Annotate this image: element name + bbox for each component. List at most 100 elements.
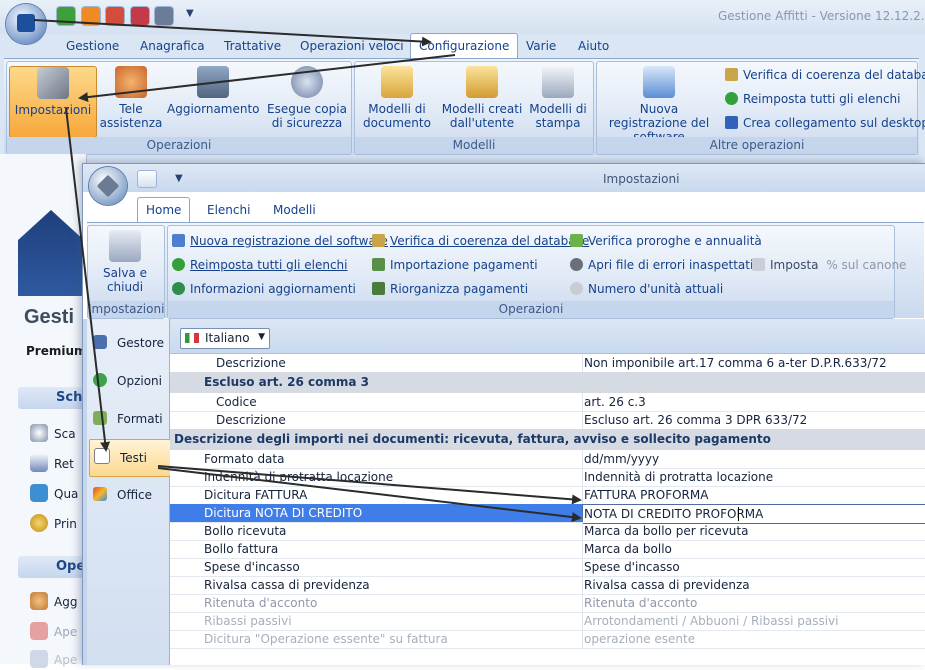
settings-qat-icon[interactable] (137, 170, 157, 188)
tele-assistenza-button[interactable]: Tele assistenza (99, 66, 163, 130)
verifica-coerenza-button[interactable]: Verifica di coerenza del database (725, 66, 925, 84)
setting-value[interactable]: operazione esente (582, 630, 925, 648)
settings-title-bar: Impostazioni ▼ (83, 164, 925, 192)
tab-gestione[interactable]: Gestione (58, 34, 127, 58)
numero-unita-button[interactable]: Numero d'unità attuali (570, 280, 723, 298)
setting-row[interactable]: Ritenuta d'acconto Ritenuta d'acconto (170, 594, 925, 613)
setting-row[interactable]: Spese d'incasso Spese d'incasso (170, 558, 925, 577)
verifica-proroghe-button[interactable]: Verifica proroghe e annualità (570, 232, 762, 250)
reimposta-elenchi-button[interactable]: Reimposta tutti gli elenchi (725, 90, 901, 108)
modelli-stampa-button[interactable]: Modelli di stampa (529, 66, 587, 130)
group-header-row[interactable]: Escluso art. 26 comma 3 (170, 372, 925, 393)
qat-house-icon[interactable] (105, 6, 125, 26)
aggiornamento-button[interactable]: Aggiornamento (167, 66, 260, 116)
nav-item-2[interactable]: Ret (30, 454, 86, 474)
setting-row[interactable]: Ribassi passivi Arrotondamenti / Abbuoni … (170, 612, 925, 631)
setting-row[interactable]: Bollo fattura Marca da bollo (170, 540, 925, 559)
nav-item-3[interactable]: Qua (30, 484, 86, 504)
setting-row[interactable]: Dicitura NOTA DI CREDITO NOTA DI CREDITO … (170, 504, 925, 524)
setting-value[interactable]: Marca da bollo (582, 540, 925, 558)
setting-value[interactable]: Non imponibile art.17 comma 6 a-ter D.P.… (582, 354, 925, 372)
setting-value[interactable]: Indennità di protratta locazione (582, 468, 925, 486)
setting-row[interactable]: Codice art. 26 c.3 (170, 393, 925, 412)
side-nav-formati[interactable]: Formati (89, 401, 169, 437)
side-nav-testi[interactable]: Testi (89, 439, 171, 477)
nav-item-7[interactable]: Ape (30, 650, 86, 670)
settings-side-nav: Gestore Opzioni Formati Testi Office (87, 319, 171, 665)
nav-section-1[interactable]: Sch (18, 387, 86, 409)
side-nav-office[interactable]: Office (89, 477, 169, 513)
setting-row[interactable]: Formato data dd/mm/yyyy (170, 450, 925, 469)
setting-row[interactable]: Indennità di protratta locazione Indennit… (170, 468, 925, 487)
setting-key: Dicitura FATTURA (204, 488, 308, 502)
reimposta-elenchi-small-button[interactable]: Reimposta tutti gli elenchi (172, 256, 348, 274)
apri-file-errori-button[interactable]: Apri file di errori inaspettati (570, 256, 753, 274)
setting-row[interactable]: Dicitura FATTURA FATTURA PROFORMA (170, 486, 925, 505)
puzzle-icon (30, 484, 48, 502)
backup-button[interactable]: Esegue copia di sicurezza (267, 66, 347, 130)
verifica-coerenza-small-button[interactable]: Verifica di coerenza del database (372, 232, 589, 250)
tab-aiuto[interactable]: Aiuto (570, 34, 617, 58)
tab-varie[interactable]: Varie (518, 34, 564, 58)
settings-application-button[interactable] (89, 167, 127, 205)
setting-key: Descrizione (216, 413, 286, 427)
setting-value[interactable]: Marca da bollo per ricevuta (582, 522, 925, 540)
language-label: Italiano (205, 331, 250, 345)
nuova-registrazione-small-label: Nuova registrazione del software (190, 234, 388, 248)
nav-item-4[interactable]: Prin (30, 514, 86, 534)
tab-operazioni-veloci[interactable]: Operazioni veloci (292, 34, 412, 58)
setting-value[interactable]: Ritenuta d'acconto (582, 594, 925, 612)
impostazioni-button[interactable]: Impostazioni (9, 66, 97, 138)
setting-key: Ritenuta d'acconto (204, 596, 318, 610)
tab-trattative[interactable]: Trattative (216, 34, 289, 58)
salva-chiudi-button[interactable]: Salva e chiudi (90, 230, 160, 294)
imposta-percentuale-button[interactable]: Imposta % sul canone (752, 256, 906, 274)
tab-modelli[interactable]: Modelli (265, 198, 324, 222)
setting-value-editor[interactable]: NOTA DI CREDITO PROFORMA (582, 504, 925, 524)
setting-value[interactable]: dd/mm/yyyy (582, 450, 925, 468)
tab-elenchi[interactable]: Elenchi (199, 198, 258, 222)
tab-anagrafica[interactable]: Anagrafica (132, 34, 213, 58)
setting-row[interactable]: Dicitura "Operazione essente" su fattura… (170, 630, 925, 649)
manager-icon (93, 335, 107, 349)
setting-row[interactable]: Bollo ricevuta Marca da bollo per ricevut… (170, 522, 925, 541)
setting-value[interactable]: Spese d'incasso (582, 558, 925, 576)
qat-pencil-icon[interactable] (81, 6, 101, 26)
nav-item-6[interactable]: Ape (30, 622, 86, 642)
application-menu-button[interactable] (6, 4, 46, 44)
setting-row[interactable]: Descrizione Non imponibile art.17 comma 6… (170, 354, 925, 373)
qat-green-icon[interactable] (56, 6, 76, 26)
settings-qat-dropdown-icon[interactable]: ▼ (175, 173, 183, 184)
language-select[interactable]: Italiano ▼ (180, 328, 270, 349)
qat-user-icon[interactable] (154, 6, 174, 26)
setting-value[interactable]: FATTURA PROFORMA (582, 486, 925, 504)
logo-text: Gesti (24, 306, 75, 328)
qat-customize-icon[interactable]: ▼ (186, 8, 194, 19)
nuova-registrazione-button[interactable]: Nuova registrazione del software (603, 66, 715, 144)
side-nav-gestore[interactable]: Gestore (89, 325, 169, 361)
informazioni-aggiornamenti-button[interactable]: Informazioni aggiornamenti (172, 280, 356, 298)
nav-section-2[interactable]: Ope (18, 556, 86, 578)
setting-value[interactable]: Escluso art. 26 comma 3 DPR 633/72 (582, 411, 925, 429)
crea-collegamento-button[interactable]: Crea collegamento sul desktop (725, 114, 925, 132)
side-nav-opzioni[interactable]: Opzioni (89, 363, 169, 399)
modelli-documento-button[interactable]: Modelli di documento (359, 66, 435, 130)
setting-value[interactable]: Rivalsa cassa di previdenza (582, 576, 925, 594)
importazione-pagamenti-button[interactable]: Importazione pagamenti (372, 256, 538, 274)
nav-item-5[interactable]: Agg (30, 592, 86, 612)
setting-row[interactable]: Descrizione Escluso art. 26 comma 3 DPR 6… (170, 411, 925, 430)
nuova-registrazione-small-button[interactable]: Nuova registrazione del software (172, 232, 388, 250)
modelli-utente-button[interactable]: Modelli creati dall'utente (437, 66, 527, 130)
nav-item-1[interactable]: Sca (30, 424, 86, 444)
group-header-row[interactable]: Descrizione degli importi nei documenti:… (170, 429, 925, 450)
setting-key: Codice (216, 395, 257, 409)
setting-row[interactable]: Rivalsa cassa di previdenza Rivalsa cassa… (170, 576, 925, 595)
options-icon (93, 373, 107, 387)
qat-house-red-icon[interactable] (130, 6, 150, 26)
tab-configurazione[interactable]: Configurazione (410, 33, 519, 59)
setting-value[interactable]: art. 26 c.3 (582, 393, 925, 411)
riorganizza-pagamenti-button[interactable]: Riorganizza pagamenti (372, 280, 528, 298)
setting-value[interactable]: Arrotondamenti / Abbuoni / Ribassi passi… (582, 612, 925, 630)
user-add-icon (30, 592, 48, 610)
tab-home[interactable]: Home (137, 197, 191, 223)
